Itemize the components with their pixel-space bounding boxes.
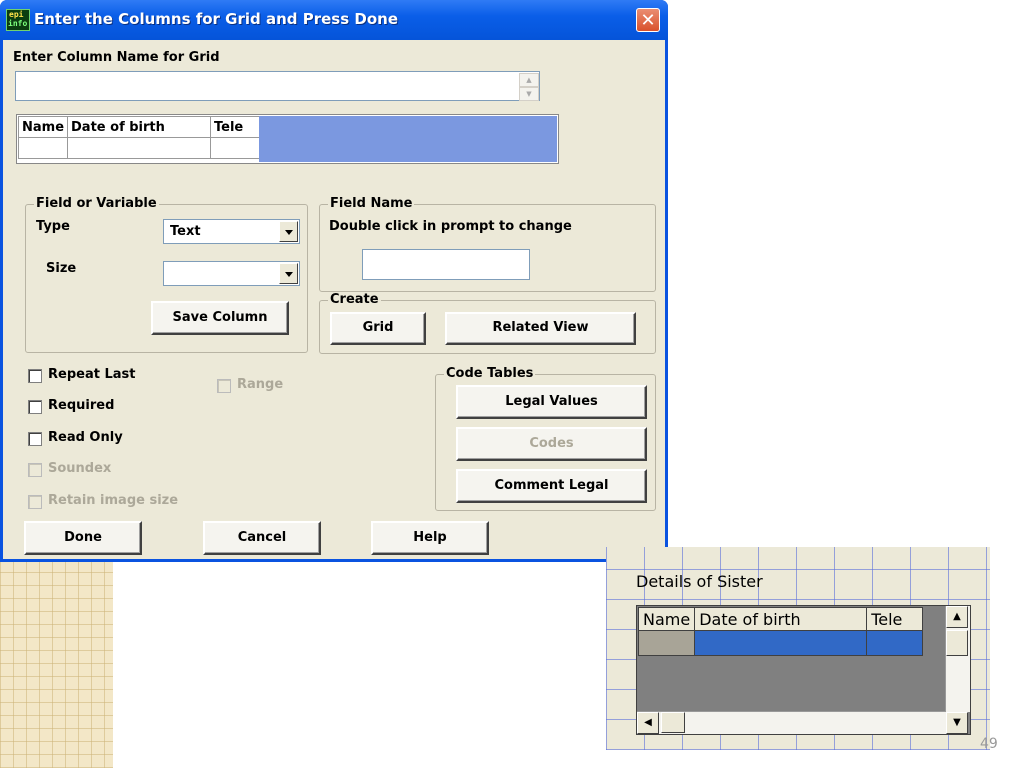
scroll-thumb[interactable] [946,630,968,656]
grid-cell[interactable] [67,137,212,159]
grid-preview-header-row: Name Date of birth Tele [17,116,261,138]
grid-empty-area [259,116,557,162]
size-label: Size [46,261,77,276]
epi-info-app-icon: epi info [6,9,30,31]
chevron-down-icon[interactable] [279,221,298,242]
range-label: Range [237,377,284,392]
codes-button[interactable]: Codes [456,427,647,461]
dialog-client-area: Enter Column Name for Grid ▲ ▼ Name Date… [3,40,665,559]
title-bar[interactable]: epi info Enter the Columns for Grid and … [0,0,668,40]
related-view-button[interactable]: Related View [445,312,636,345]
field-name-group: Field Name Double click in prompt to cha… [319,196,656,292]
vertical-scrollbar[interactable]: ▲ ▼ [945,606,970,734]
field-or-variable-title: Field or Variable [34,196,159,211]
horizontal-scrollbar[interactable]: ◀ [637,711,946,734]
done-button[interactable]: Done [24,521,142,555]
cancel-button[interactable]: Cancel [203,521,321,555]
range-checkbox[interactable] [217,379,231,393]
dialog-window: epi info Enter the Columns for Grid and … [0,0,668,562]
type-label: Type [36,219,70,234]
grid-column-header: Name [17,116,69,138]
scroll-thumb[interactable] [661,712,685,733]
column-name-label: Enter Column Name for Grid [13,50,220,65]
close-button[interactable]: ✕ [636,8,660,32]
grid-column-header: Date of birth [67,116,212,138]
read-only-label[interactable]: Read Only [48,430,123,445]
type-select-value: Text [170,224,201,239]
designer-column-header[interactable]: Tele [866,607,924,631]
scroll-down-icon[interactable]: ▼ [946,712,968,734]
field-name-hint: Double click in prompt to change [329,219,572,234]
grid-preview-table: Name Date of birth Tele [17,116,261,159]
repeat-last-label[interactable]: Repeat Last [48,367,135,382]
scroll-left-icon[interactable]: ◀ [637,712,659,734]
app-icon-text-bottom: info [8,19,28,28]
designer-column-header[interactable]: Name [637,607,696,631]
code-tables-group: Code Tables Legal Values Codes Comment L… [435,366,656,511]
create-grid-button[interactable]: Grid [330,312,426,345]
repeat-last-checkbox[interactable] [28,369,42,383]
size-select[interactable] [163,261,300,286]
designer-grid-row [637,630,924,656]
column-name-input[interactable]: ▲ ▼ [15,71,540,101]
grid-preview-row [17,137,261,159]
grid-columns-preview: Name Date of birth Tele [16,114,559,164]
window-title: Enter the Columns for Grid and Press Don… [34,10,398,28]
designer-grid-cell[interactable] [694,630,868,656]
slide-background-pattern [0,560,113,768]
chevron-down-icon[interactable] [279,263,298,284]
slide-number: 49 [980,736,998,752]
close-icon: ✕ [640,10,656,31]
required-checkbox[interactable] [28,400,42,414]
code-tables-title: Code Tables [444,366,536,381]
required-label[interactable]: Required [48,398,114,413]
app-icon-text-top: epi [9,10,24,19]
comment-legal-button[interactable]: Comment Legal [456,469,647,503]
retain-image-size-label: Retain image size [48,493,179,508]
scroll-up-icon[interactable]: ▲ [519,73,539,87]
designer-grid-cell[interactable] [637,630,696,656]
retain-image-size-checkbox[interactable] [28,495,42,509]
designer-column-header[interactable]: Date of birth [694,607,868,631]
form-designer-preview: Details of Sister Name Date of birth Tel… [606,547,990,750]
field-name-input[interactable] [362,249,530,280]
designer-grid-table: Name Date of birth Tele [637,607,924,656]
grid-cell[interactable] [210,137,261,159]
scroll-up-icon[interactable]: ▲ [946,606,968,628]
scroll-down-icon[interactable]: ▼ [519,87,539,101]
read-only-checkbox[interactable] [28,432,42,446]
designer-grid[interactable]: Name Date of birth Tele ▲ ▼ ◀ [636,605,971,735]
grid-prompt-label: Details of Sister [636,572,763,591]
type-select[interactable]: Text [163,219,300,244]
create-title: Create [328,292,381,307]
help-button[interactable]: Help [371,521,489,555]
field-or-variable-group: Field or Variable Type Text Size Save Co… [25,196,308,353]
save-column-button[interactable]: Save Column [151,301,289,335]
designer-grid-header-row: Name Date of birth Tele [637,607,924,631]
soundex-label: Soundex [48,461,112,476]
legal-values-button[interactable]: Legal Values [456,385,647,419]
designer-grid-cell[interactable] [866,630,924,656]
field-name-title: Field Name [328,196,415,211]
create-group: Create Grid Related View [319,292,656,354]
grid-column-header: Tele [210,116,261,138]
soundex-checkbox[interactable] [28,463,42,477]
grid-cell[interactable] [17,137,69,159]
